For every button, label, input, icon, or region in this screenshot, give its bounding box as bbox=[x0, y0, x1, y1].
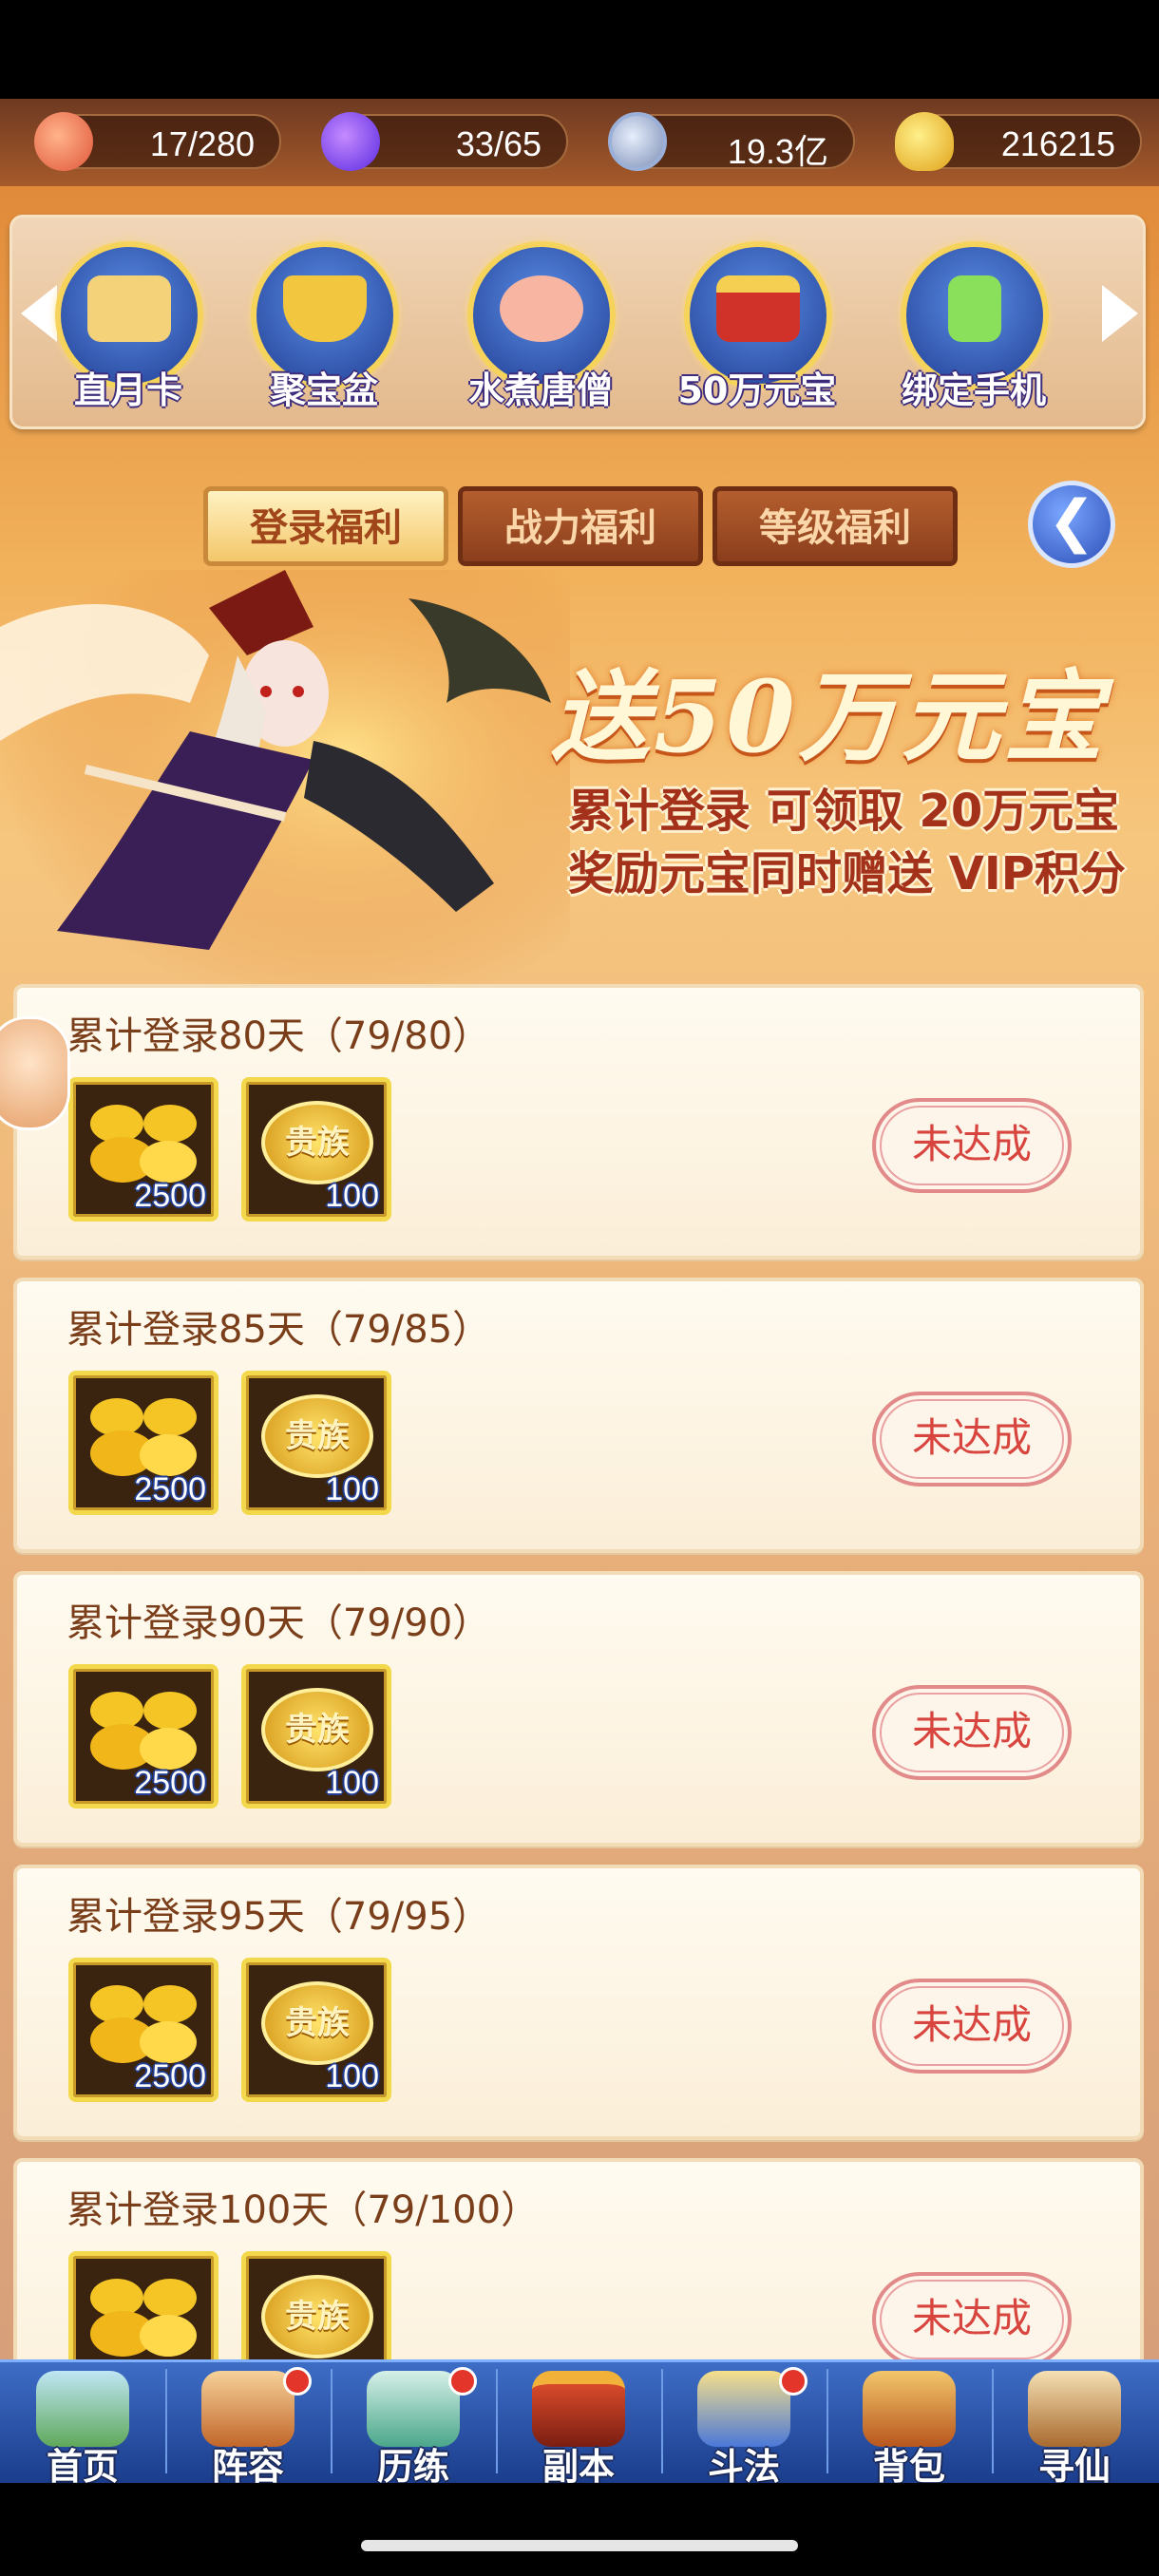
status-bar bbox=[0, 0, 1159, 99]
noble-token-icon: 贵族 bbox=[261, 1688, 373, 1771]
banner-headline: 送50万元宝 bbox=[551, 658, 1107, 775]
nav-backpack[interactable]: 背包 bbox=[826, 2359, 992, 2488]
nav-seek-immortal[interactable]: 寻仙 bbox=[992, 2359, 1157, 2488]
gold-ingot-item[interactable]: 2500 bbox=[68, 1664, 218, 1809]
training-icon bbox=[367, 2371, 460, 2447]
reward-card: 累计登录80天（79/80） 2500 贵族 100 未达成 bbox=[13, 984, 1144, 1260]
gold-ingot-icon bbox=[90, 2279, 197, 2357]
reward-card: 累计登录90天（79/90） 2500 贵族 100 未达成 bbox=[13, 1571, 1144, 1847]
nav-home[interactable]: 首页 bbox=[0, 2359, 165, 2488]
gold-ingot-icon bbox=[895, 112, 954, 171]
activity-boiled-monk[interactable]: 水煮唐僧 bbox=[460, 241, 621, 422]
flame-icon bbox=[321, 112, 380, 171]
noble-token-item[interactable]: 贵族 100 bbox=[241, 1371, 391, 1515]
noble-token-item[interactable]: 贵族 100 bbox=[241, 1077, 391, 1222]
noble-token-item[interactable]: 贵族 100 bbox=[241, 1664, 391, 1809]
stamina-resource[interactable]: 17/280 bbox=[34, 112, 281, 171]
coin-resource[interactable]: 19.3亿 bbox=[608, 112, 855, 171]
gold-ingot-item[interactable]: 2500 bbox=[68, 1958, 218, 2102]
notification-badge bbox=[779, 2367, 808, 2396]
home-indicator[interactable] bbox=[361, 2540, 798, 2551]
nav-dungeon[interactable]: 副本 bbox=[496, 2359, 661, 2488]
reward-title: 累计登录80天（79/80） bbox=[66, 1014, 491, 1058]
activity-month-card[interactable]: 直月卡 bbox=[48, 241, 209, 422]
claim-button[interactable]: 未达成 bbox=[872, 1685, 1072, 1780]
noble-token-icon: 贵族 bbox=[261, 1394, 373, 1478]
backpack-icon bbox=[863, 2371, 956, 2447]
gold-ingot-icon bbox=[90, 1692, 197, 1770]
noble-token-icon: 贵族 bbox=[261, 1101, 373, 1184]
carousel-right-arrow-icon[interactable] bbox=[1102, 285, 1138, 342]
coin-icon bbox=[608, 112, 667, 171]
scroll-icon bbox=[1028, 2371, 1121, 2447]
ingot-resource[interactable]: 216215 bbox=[895, 112, 1142, 171]
reward-title: 累计登录95天（79/95） bbox=[66, 1895, 491, 1939]
notification-badge bbox=[283, 2367, 312, 2396]
gold-ingot-item[interactable]: 2500 bbox=[68, 1077, 218, 1222]
lineup-icon bbox=[201, 2371, 294, 2447]
claim-button[interactable]: 未达成 bbox=[872, 1098, 1072, 1193]
system-gesture-area bbox=[0, 2483, 1159, 2576]
claim-button[interactable]: 未达成 bbox=[872, 1979, 1072, 2074]
peach-icon bbox=[34, 112, 93, 171]
noble-token-item[interactable]: 贵族 100 bbox=[241, 1958, 391, 2102]
gold-ingot-icon bbox=[90, 1398, 197, 1476]
reward-title: 累计登录100天（79/100） bbox=[66, 2188, 540, 2232]
reward-title: 累计登录85天（79/85） bbox=[66, 1308, 491, 1352]
home-icon bbox=[36, 2371, 129, 2447]
noble-token-icon: 贵族 bbox=[261, 2275, 373, 2358]
nav-battle[interactable]: 斗法 bbox=[661, 2359, 826, 2488]
gold-ingot-icon bbox=[90, 1105, 197, 1183]
notification-badge bbox=[448, 2367, 477, 2396]
reward-card: 累计登录95天（79/95） 2500 贵族 100 未达成 bbox=[13, 1865, 1144, 2140]
tab-level-welfare[interactable]: 等级福利 bbox=[712, 486, 958, 566]
gold-ingot-item[interactable]: 2500 bbox=[68, 1371, 218, 1515]
claim-button[interactable]: 未达成 bbox=[872, 1392, 1072, 1487]
assistant-avatar[interactable] bbox=[0, 1016, 70, 1130]
nav-training[interactable]: 历练 bbox=[331, 2359, 496, 2488]
activity-500k-ingots[interactable]: 50万元宝 bbox=[676, 241, 838, 422]
banner-character-art bbox=[0, 570, 570, 988]
activity-treasure-bowl[interactable]: 聚宝盆 bbox=[243, 241, 405, 422]
noble-token-icon: 贵族 bbox=[261, 1981, 373, 2065]
reward-title: 累计登录90天（79/90） bbox=[66, 1601, 491, 1645]
claim-button[interactable]: 未达成 bbox=[872, 2272, 1072, 2367]
dungeon-icon bbox=[532, 2371, 625, 2447]
tab-power-welfare[interactable]: 战力福利 bbox=[458, 486, 703, 566]
reward-card: 累计登录85天（79/85） 2500 贵族 100 未达成 bbox=[13, 1278, 1144, 1553]
banner-subtitle-2: 奖励元宝同时赠送 VIP积分 bbox=[568, 847, 1126, 900]
battle-icon bbox=[697, 2371, 790, 2447]
tab-login-welfare[interactable]: 登录福利 bbox=[203, 486, 448, 566]
back-arrow-icon[interactable]: ❮ bbox=[1028, 481, 1115, 568]
nav-lineup[interactable]: 阵容 bbox=[165, 2359, 331, 2488]
gold-ingot-icon bbox=[90, 1985, 197, 2063]
banner-subtitle-1: 累计登录 可领取 20万元宝 bbox=[568, 785, 1120, 838]
activity-bind-phone[interactable]: 绑定手机 bbox=[893, 241, 1054, 422]
spirit-resource[interactable]: 33/65 bbox=[321, 112, 568, 171]
